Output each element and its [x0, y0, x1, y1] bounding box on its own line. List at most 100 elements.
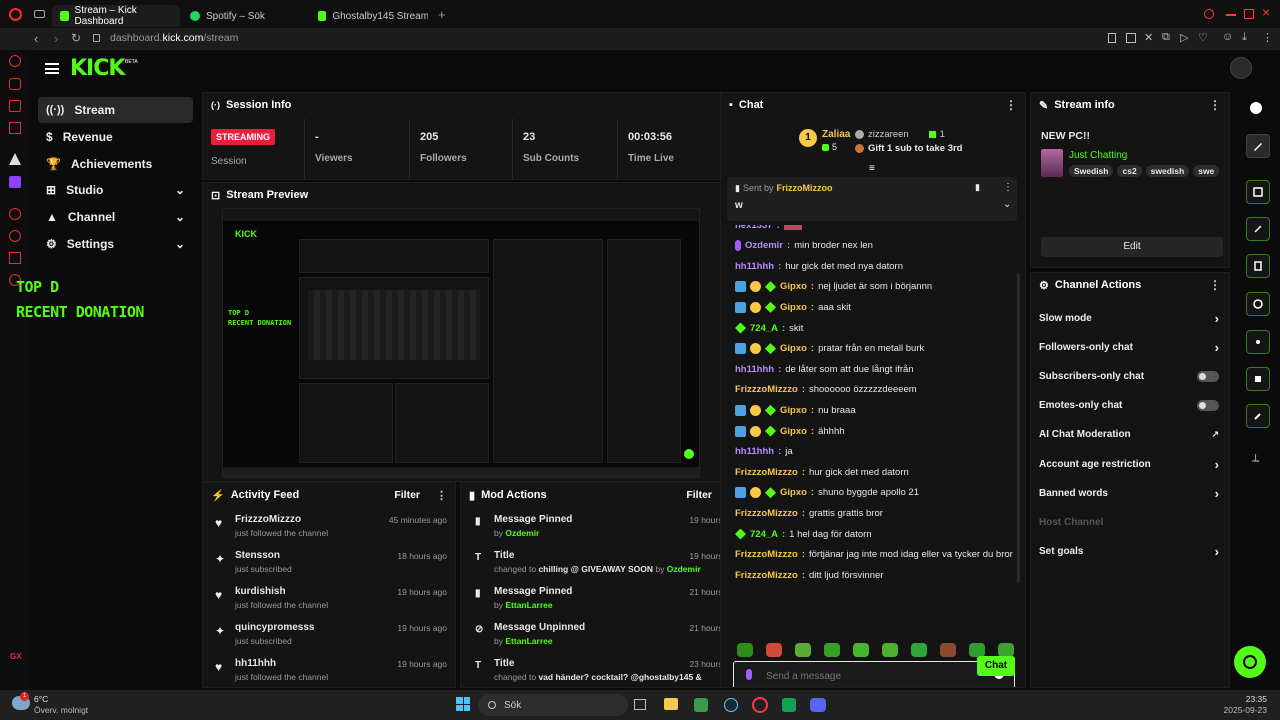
chat-username[interactable]: FrizzzoMizzzo — [735, 467, 798, 478]
chat-username[interactable]: Ozdemir — [745, 240, 783, 251]
chat-message[interactable]: FrizzzoMizzzo: förtjänar jag inte mod ida… — [735, 547, 1017, 563]
mod-action-item[interactable]: ⊘ Message Unpinned by EttanLarree 21 hours … — [461, 619, 747, 655]
stream-preview-video[interactable]: KICK TOP D RECENT DONATION — [222, 208, 700, 478]
activity-item[interactable]: ✦ Stensson just subscribed 18 hours ago — [203, 547, 455, 583]
instagram-icon[interactable] — [9, 122, 21, 134]
nav-settings[interactable]: ⚙ Settings ⌄ — [38, 231, 193, 257]
chat-message[interactable]: 724_A:1 hel dag för datorn — [735, 526, 1017, 542]
channel-action-2[interactable]: Subscribers-only chat — [1039, 367, 1219, 385]
kick-app-icon[interactable] — [782, 698, 796, 712]
aria-icon[interactable] — [9, 55, 21, 67]
player-icon[interactable]: ▷ — [1180, 31, 1188, 44]
channel-action-0[interactable]: Slow mode › — [1039, 309, 1219, 327]
toggle-switch[interactable] — [1197, 400, 1219, 412]
mod-action-by[interactable]: Ozdemir — [667, 564, 701, 574]
chat-username[interactable]: Gipxo — [780, 302, 807, 313]
chat-input[interactable] — [766, 668, 986, 684]
mod-action-item[interactable]: T Title changed to chilling @ GIVEAWAY SOO… — [461, 547, 747, 583]
heart-toolbar-icon[interactable]: ♡ — [1198, 31, 1208, 44]
xbox-icon[interactable] — [694, 698, 708, 712]
tag[interactable]: swedish — [1145, 165, 1190, 177]
chat-scrollbar[interactable] — [1017, 273, 1020, 583]
emote-icon[interactable] — [824, 643, 840, 657]
chat-username[interactable]: FrizzzoMizzzo — [735, 508, 798, 519]
chat-message[interactable]: 724_A: skit — [735, 320, 1017, 336]
channel-action-5[interactable]: Account age restriction › — [1039, 455, 1219, 473]
mod-action-by[interactable]: EttanLarree — [505, 636, 552, 646]
chat-username[interactable]: FrizzzoMizzzo — [735, 384, 798, 395]
chat-message[interactable]: hh11hhh: de låter som att due långt ifrån — [735, 361, 1017, 377]
tag[interactable]: Swedish — [1069, 165, 1114, 177]
nav-achievements[interactable]: 🏆 Achievements — [38, 151, 193, 177]
chat-username[interactable]: Gipxo — [780, 426, 807, 437]
leader-name[interactable]: Zaliaa — [822, 129, 850, 140]
nav-channel[interactable]: ▲ Channel ⌄ — [38, 204, 193, 230]
chat-message[interactable]: FrizzzoMizzzo: grattis grattis bror — [735, 505, 1017, 521]
edit-stream-info-button[interactable]: Edit — [1041, 237, 1223, 257]
marker-button[interactable] — [1246, 367, 1270, 391]
channel-action-8[interactable]: Set goals › — [1039, 543, 1219, 561]
chat-message[interactable]: Gipxo: ähhhh — [735, 423, 1017, 439]
theme-toggle-icon[interactable] — [1250, 102, 1262, 114]
emote-icon[interactable] — [853, 643, 869, 657]
more-options-icon[interactable]: ⋮ — [1005, 98, 1017, 112]
back-icon[interactable]: ‹ — [34, 31, 38, 46]
search-tabs-icon[interactable] — [1204, 9, 1214, 19]
file-explorer-icon[interactable] — [664, 698, 678, 710]
whatsapp-icon[interactable] — [9, 100, 21, 112]
channel-action-6[interactable]: Banned words › — [1039, 484, 1219, 502]
reload-icon[interactable]: ↻ — [71, 31, 81, 45]
tab-ghostalby[interactable]: Ghostalby145 Stream - W — [310, 5, 436, 27]
chat-message[interactable]: hh11hhh: hur gick det med nya datorn — [735, 258, 1017, 274]
player-side-icon[interactable] — [9, 208, 21, 220]
chat-message[interactable]: hex1337: — [735, 225, 1017, 233]
tab-kick-dashboard[interactable]: Stream – Kick Dashboard — [52, 5, 180, 27]
toggle-switch[interactable] — [1197, 370, 1219, 382]
tab-spotify[interactable]: Spotify – Sök — [182, 5, 310, 27]
chat-message[interactable]: Ozdemir: min broder nex len — [735, 238, 1017, 254]
profile-icon[interactable]: ☺ — [1222, 31, 1233, 43]
start-icon[interactable] — [456, 697, 470, 711]
gift-sub-cta[interactable]: Gift 1 sub to take 3rd — [855, 143, 963, 154]
chat-username[interactable]: Gipxo — [780, 281, 807, 292]
chat-input-box[interactable] — [733, 661, 1015, 687]
url-field[interactable]: dashboard.kick.com/stream — [110, 32, 238, 44]
unpin-icon[interactable]: ▮ — [975, 182, 980, 193]
history-icon[interactable] — [9, 230, 21, 242]
chat-username[interactable]: Gipxo — [780, 487, 807, 498]
minimize-icon[interactable] — [1226, 14, 1236, 16]
chat-username[interactable]: FrizzzoMizzzo — [735, 570, 798, 581]
tag[interactable]: swe — [1193, 165, 1220, 177]
emote-icon[interactable] — [998, 643, 1014, 657]
workspaces-icon[interactable] — [34, 10, 45, 18]
menu-icon[interactable]: ⋮ — [1262, 31, 1273, 44]
tag[interactable]: cs2 — [1117, 165, 1142, 177]
emote-icon[interactable] — [795, 643, 811, 657]
chat-username[interactable]: Gipxo — [780, 343, 807, 354]
more-options-icon[interactable]: ⋮ — [1209, 278, 1221, 292]
activity-item[interactable]: ♥ FrizzzoMizzzo just followed the channel 4… — [203, 511, 455, 547]
activity-item[interactable]: ✦ quincypromesss just subscribed 19 hours a… — [203, 619, 455, 655]
chat-username[interactable]: hex1337 — [735, 225, 773, 231]
broadcast-button[interactable] — [1246, 330, 1270, 354]
chat-message[interactable]: FrizzzoMizzzo: shoooooo özzzzzdeeeem — [735, 382, 1017, 398]
chat-username[interactable]: Gipxo — [780, 405, 807, 416]
mic-icon[interactable] — [746, 669, 752, 680]
nav-studio[interactable]: ⊞ Studio ⌄ — [38, 177, 193, 203]
chat-message[interactable]: Gipxo: nej ljudet är som i börjannn — [735, 279, 1017, 295]
chat-send-button[interactable]: Chat — [977, 656, 1015, 676]
chat-username[interactable]: 724_A — [750, 323, 778, 334]
opera-gx-icon[interactable] — [752, 697, 768, 713]
more-options-icon[interactable]: ⋮ — [436, 489, 447, 502]
bookmark-icon[interactable] — [1108, 33, 1116, 43]
download-icon[interactable]: ⤓ — [1242, 31, 1247, 44]
opera-logo-icon[interactable] — [9, 8, 22, 21]
activity-item[interactable]: ♥ kurdishish just followed the channel 19 h… — [203, 583, 455, 619]
close-window-icon[interactable]: × — [1262, 4, 1270, 20]
mod-action-item[interactable]: T Title changed to vad händer? cocktail? @… — [461, 655, 747, 687]
extensions-icon[interactable]: ⧉ — [1162, 31, 1170, 44]
chat-message[interactable]: hh11hhh: ja — [735, 444, 1017, 460]
more-options-icon[interactable]: ⋮ — [1209, 98, 1221, 112]
help-support-button[interactable] — [1234, 646, 1266, 678]
clock-date[interactable]: 2025-09-23 — [1215, 705, 1267, 715]
